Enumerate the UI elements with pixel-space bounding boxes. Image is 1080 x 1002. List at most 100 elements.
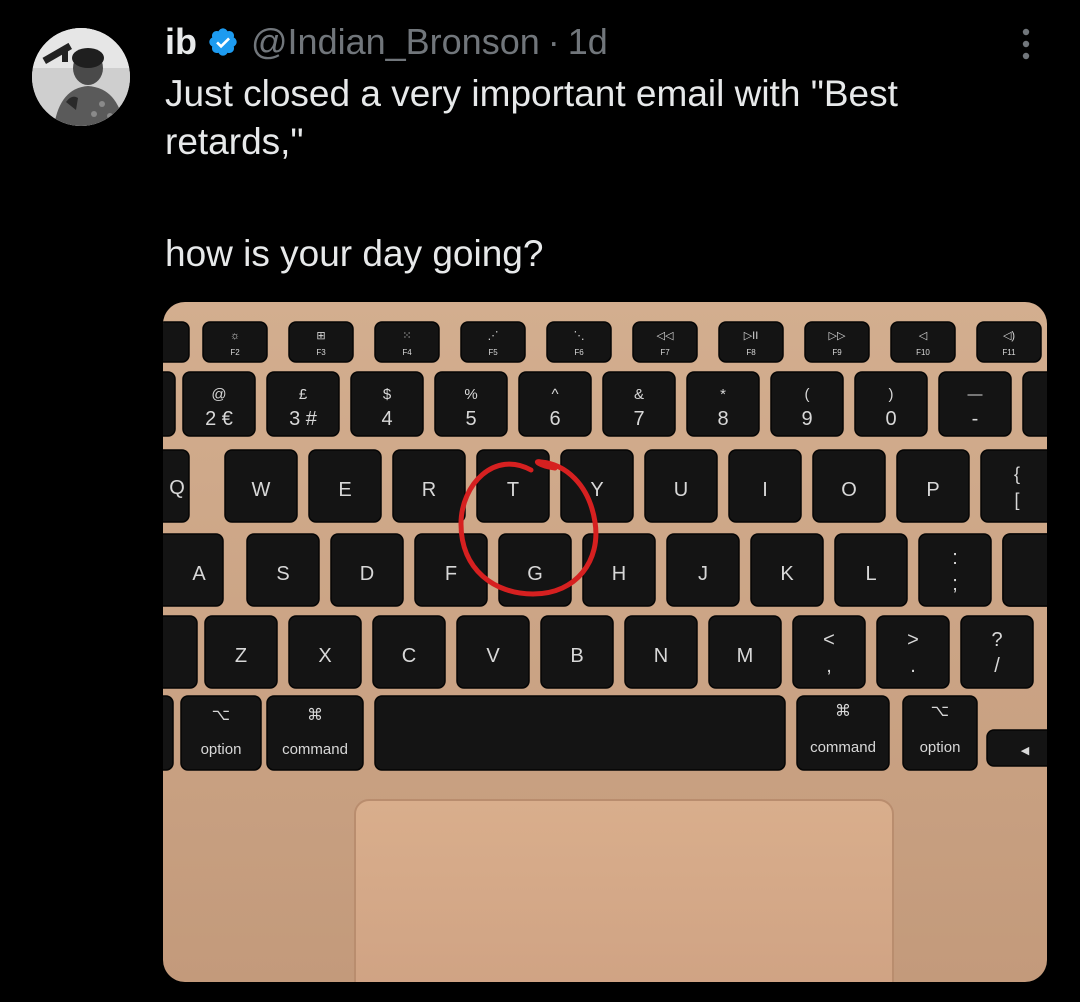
key-glyph: ◁ xyxy=(919,330,928,342)
key-top-char: — xyxy=(968,386,983,403)
key-arrow-left xyxy=(986,729,1047,767)
key-glyph: ◁) xyxy=(1003,330,1015,342)
key-bottom-char: 4 xyxy=(381,408,392,430)
key-label: F7 xyxy=(660,348,670,357)
key-bottom-char: [ xyxy=(1014,490,1019,510)
key-top-char: : xyxy=(952,547,958,569)
key-char: D xyxy=(360,563,374,585)
key-> xyxy=(876,615,950,689)
verified-badge-icon xyxy=(207,26,239,58)
key-char: M xyxy=(737,645,754,667)
key-bottom-char: 7 xyxy=(633,408,644,430)
key-bottom-char: ; xyxy=(952,573,958,595)
key-char: X xyxy=(318,645,331,667)
key-char: E xyxy=(338,479,351,501)
key-bottom-char: 6 xyxy=(549,408,560,430)
key-bottom-char: . xyxy=(910,655,916,677)
tweet-text-line-2: how is your day going? xyxy=(165,233,544,274)
key-equals xyxy=(1022,371,1047,437)
trackpad xyxy=(354,799,894,982)
key-glyph: ⁙ xyxy=(402,330,411,342)
key-top-char: ) xyxy=(889,386,894,403)
key-char: Z xyxy=(235,645,247,667)
key-label: option xyxy=(920,739,961,756)
tweet-text: Just closed a very important email with … xyxy=(165,70,1045,278)
key-label: F11 xyxy=(1002,348,1016,357)
key-glyph: ⊞ xyxy=(316,330,325,342)
key-char: C xyxy=(402,645,416,667)
key-bottom-char: 0 xyxy=(885,408,896,430)
key-char: I xyxy=(762,479,768,501)
key-char: U xyxy=(674,479,688,501)
key-label: F10 xyxy=(916,348,930,357)
key-num-edge xyxy=(163,371,176,437)
key-bottom-char: / xyxy=(994,655,1000,677)
key-symbol: ⌘ xyxy=(835,703,851,720)
key-label: F8 xyxy=(746,348,756,357)
key-shift-left xyxy=(163,615,198,689)
key-< xyxy=(792,615,866,689)
author-handle[interactable]: @Indian_Bronson xyxy=(251,21,540,63)
key-char: R xyxy=(422,479,436,501)
key-char: Y xyxy=(590,479,603,501)
key-char: F xyxy=(445,563,457,585)
key-bottom-char: 5 xyxy=(465,408,476,430)
author-avatar[interactable] xyxy=(32,28,130,126)
key-char: G xyxy=(527,563,543,585)
key-top-char: $ xyxy=(383,386,392,403)
key-char: B xyxy=(570,645,583,667)
key-top-char: ( xyxy=(805,386,810,403)
key-char-q: Q xyxy=(169,477,185,499)
key-label: F5 xyxy=(488,348,498,357)
key-{ xyxy=(980,449,1047,523)
tweet-timestamp[interactable]: 1d xyxy=(568,21,608,63)
key-bottom-char: 9 xyxy=(801,408,812,430)
key-label: F4 xyxy=(402,348,412,357)
key-char: O xyxy=(841,479,857,501)
key-label: command xyxy=(810,739,876,756)
key-bottom-char: , xyxy=(826,655,832,677)
separator-dot: · xyxy=(547,21,560,62)
tweet-text-line-1: Just closed a very important email with … xyxy=(165,73,898,162)
key-char: W xyxy=(252,479,271,501)
key-label: command xyxy=(282,741,348,758)
more-options-icon[interactable] xyxy=(1016,26,1036,66)
key-arrow-glyph: ◀ xyxy=(1021,745,1030,757)
key-char: K xyxy=(780,563,794,585)
key-top-char: & xyxy=(634,386,644,403)
key-control xyxy=(163,695,174,771)
key-label: F6 xyxy=(574,348,584,357)
key-char: J xyxy=(698,563,708,585)
key-label: option xyxy=(201,741,242,758)
key-glyph: ☼ xyxy=(230,330,240,342)
key-quote-edge xyxy=(1002,533,1047,607)
key-? xyxy=(960,615,1034,689)
avatar-photo xyxy=(32,28,130,126)
key-label: F9 xyxy=(832,348,842,357)
key-: xyxy=(918,533,992,607)
key-glyph: ◁◁ xyxy=(657,330,674,342)
key-glyph: ⋱ xyxy=(574,330,585,342)
author-name[interactable]: ib xyxy=(165,21,197,63)
key-char: S xyxy=(276,563,289,585)
tweet-media-image[interactable]: ☼ F2 ⊞ F3 ⁙ F4 ⋰ F5 ⋱ F6 ◁◁ F7 ▷II F8 ▷▷ F9 ◁ F10 ◁) F11 @2 … xyxy=(163,302,1047,982)
key-char: N xyxy=(654,645,668,667)
key-top-char: < xyxy=(823,629,835,651)
key-spacebar xyxy=(374,695,786,771)
key-top-char: * xyxy=(720,386,726,403)
key-top-char: % xyxy=(464,386,477,403)
key-char-a: A xyxy=(192,563,206,585)
key-top-char: £ xyxy=(299,386,308,403)
key-fn-edge xyxy=(163,321,190,363)
key-glyph: ▷II xyxy=(744,330,759,342)
key-top-char: @ xyxy=(211,386,226,403)
key-label: F2 xyxy=(230,348,240,357)
key-symbol: ⌥ xyxy=(931,703,949,720)
key-glyph: ▷▷ xyxy=(829,330,846,342)
key-top-char: > xyxy=(907,629,919,651)
key-symbol: ⌘ xyxy=(307,707,323,724)
key-bottom-char: 2 € xyxy=(205,408,233,430)
key-label: F3 xyxy=(316,348,326,357)
key-top-char: ^ xyxy=(551,386,558,403)
key-top-char: { xyxy=(1014,464,1020,484)
